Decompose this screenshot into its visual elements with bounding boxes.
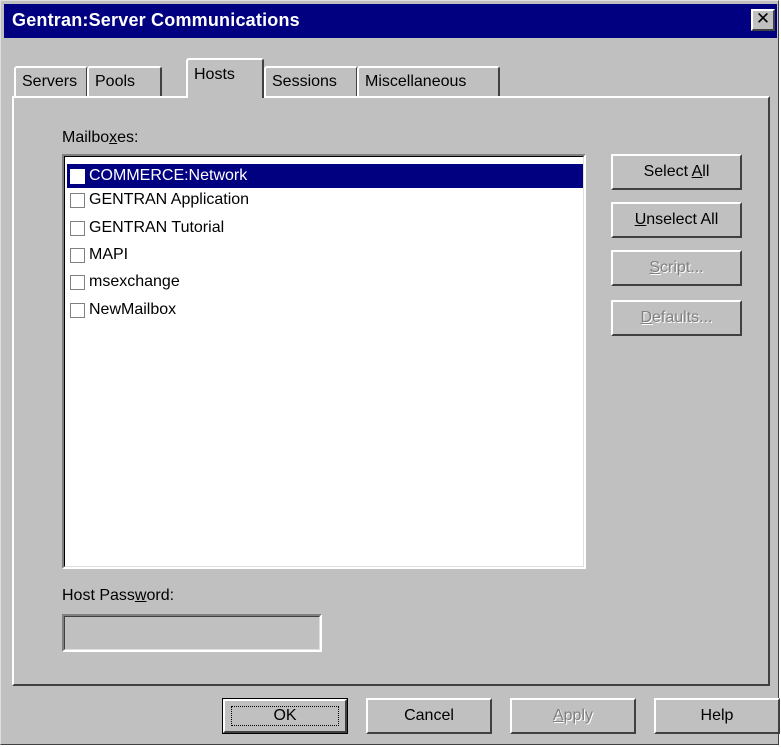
label-accel: U [634,211,647,228]
help-button[interactable]: Help [654,698,780,734]
mailbox-item-label: MAPI [89,246,129,263]
cancel-label: Cancel [404,707,454,724]
select-all-button[interactable]: Select All [611,154,742,190]
mailbox-item-label: NewMailbox [89,301,177,318]
help-label: Help [700,707,734,724]
mailbox-checkbox[interactable] [70,169,85,184]
label-part: Select [643,163,692,180]
close-button[interactable]: ✕ [751,9,775,31]
mailbox-checkbox[interactable] [70,303,85,318]
defaults-label: Defaults... [613,302,740,334]
mailboxes-label-part: Mailbo [62,129,110,146]
mailbox-checkbox[interactable] [70,248,85,263]
script-button[interactable]: Script... [611,250,742,286]
tab-servers[interactable]: Servers [14,66,88,96]
cancel-button[interactable]: Cancel [366,698,492,734]
mailbox-item-commerce-network[interactable]: COMMERCE:Network [67,164,583,188]
label-accel: A [552,707,564,724]
mailbox-checkbox[interactable] [70,221,85,236]
listbox-frame: COMMERCE:Network GENTRAN Application GEN… [64,156,584,567]
label-part: nselect All [646,211,719,228]
mailbox-item-mapi[interactable]: MAPI [67,243,583,267]
tab-hosts[interactable]: Hosts [186,58,264,98]
dialog-window: Gentran:Server Communications ✕ Servers … [0,0,780,745]
title-bar[interactable]: Gentran:Server Communications ✕ [4,4,777,38]
mailbox-checkbox[interactable] [70,193,85,208]
close-icon: ✕ [755,9,771,29]
script-label: Script... [613,252,740,284]
mailbox-item-gentran-application[interactable]: GENTRAN Application [67,188,583,212]
mailbox-item-label: COMMERCE:Network [89,167,248,184]
tab-pools[interactable]: Pools [87,66,162,96]
mailbox-item-newmailbox[interactable]: NewMailbox [67,298,583,322]
mailbox-item-msexchange[interactable]: msexchange [67,270,583,294]
focus-rectangle [231,706,339,726]
mailboxes-label: Mailboxes: [62,129,138,147]
unselect-all-button[interactable]: Unselect All [611,202,742,238]
tab-hosts-label: Hosts [194,66,235,83]
label-part: cript... [660,259,704,276]
tab-pools-label: Pools [95,73,136,90]
label-part: ll [702,163,710,180]
mailbox-checkbox[interactable] [70,275,85,290]
label-accel: D [640,309,653,326]
label-part: pply [563,707,594,724]
label-part: Host Pass [62,587,135,604]
mailbox-item-label: GENTRAN Tutorial [89,219,225,236]
host-password-field[interactable] [62,614,322,652]
label-accel: S [649,259,661,276]
mailbox-item-gentran-tutorial[interactable]: GENTRAN Tutorial [67,216,583,240]
apply-button[interactable]: Apply [510,698,636,734]
label-accel: A [691,163,703,180]
mailbox-item-label: msexchange [89,273,180,290]
mailboxes-listbox[interactable]: COMMERCE:Network GENTRAN Application GEN… [62,154,586,569]
mailbox-item-label: GENTRAN Application [89,191,250,208]
apply-label: Apply [512,700,634,732]
ok-button-face: OK [223,699,347,733]
ok-button[interactable]: OK [222,698,348,734]
tab-miscellaneous-label: Miscellaneous [365,73,467,90]
label-part: ord: [146,587,175,604]
mailboxes-label-part: es: [117,129,139,146]
host-password-label: Host Password: [62,587,174,605]
password-field-frame [64,616,320,650]
mailboxes-label-accel: x [109,129,118,146]
unselect-all-label: Unselect All [613,204,740,236]
label-accel: w [134,587,147,604]
tab-miscellaneous[interactable]: Miscellaneous [357,66,500,96]
window-title: Gentran:Server Communications [12,10,300,30]
tab-servers-label: Servers [22,73,78,90]
select-all-label: Select All [613,156,740,188]
defaults-button[interactable]: Defaults... [611,300,742,336]
tab-sessions[interactable]: Sessions [264,66,358,96]
tab-sessions-label: Sessions [272,73,337,90]
label-part: efaults... [652,309,713,326]
